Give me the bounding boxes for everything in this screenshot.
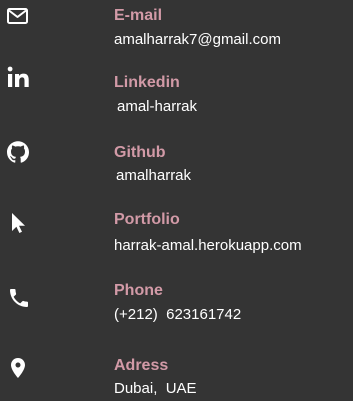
contact-address-value[interactable]: Dubai, UAE (114, 380, 197, 398)
phone-icon (7, 286, 31, 310)
contact-linkedin-value[interactable]: amal-harrak (117, 98, 197, 116)
contact-phone-label: Phone (114, 282, 163, 299)
contact-portfolio-value[interactable]: harrak-amal.herokuapp.com (114, 237, 302, 255)
linkedin-icon (7, 65, 31, 89)
contact-portfolio[interactable]: Portfolio harrak-amal.herokuapp.com (0, 210, 353, 260)
contact-email-label: E-mail (114, 7, 163, 24)
contact-github-label: Github (114, 144, 166, 161)
contact-address[interactable]: Adress Dubai, UAE (0, 354, 353, 401)
contact-phone-value[interactable]: (+212) 623161742 (114, 306, 241, 324)
envelope-icon (6, 5, 30, 29)
contact-github-value[interactable]: amalharrak (116, 167, 191, 185)
contact-email[interactable]: E-mail amalharrak7@gmail.com (0, 4, 353, 54)
cursor-pointer-icon (7, 210, 31, 234)
contact-linkedin-label: Linkedin (114, 74, 180, 91)
contact-github[interactable]: Github amalharrak (0, 140, 353, 190)
contact-phone[interactable]: Phone (+212) 623161742 (0, 279, 353, 329)
contact-address-label: Adress (114, 357, 169, 374)
contact-linkedin[interactable]: Linkedin amal-harrak (0, 66, 353, 120)
github-icon (6, 140, 30, 164)
map-marker-icon (6, 356, 30, 380)
contact-email-value[interactable]: amalharrak7@gmail.com (114, 31, 281, 49)
contact-portfolio-label: Portfolio (114, 211, 180, 228)
